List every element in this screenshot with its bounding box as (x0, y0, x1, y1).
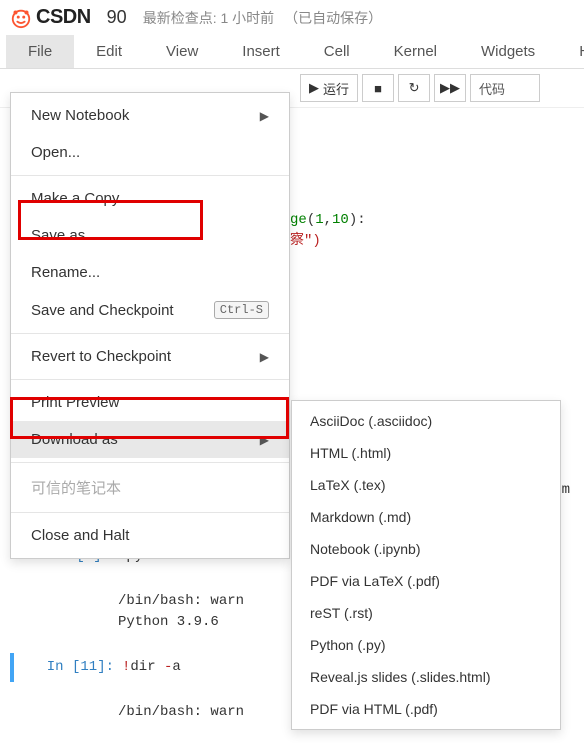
menu-item-save-as[interactable]: Save as... (11, 217, 289, 254)
submenu-item-asciidoc[interactable]: AsciiDoc (.asciidoc) (292, 405, 560, 437)
interrupt-button[interactable]: ■ (362, 74, 394, 102)
menu-item-open[interactable]: Open... (11, 134, 289, 171)
run-label: 运行 (323, 79, 349, 98)
menu-item-download-as[interactable]: Download as ▶ (11, 421, 289, 458)
download-as-submenu: AsciiDoc (.asciidoc) HTML (.html) LaTeX … (291, 400, 561, 730)
play-icon: ▶ (309, 80, 319, 96)
menu-file[interactable]: File (6, 35, 74, 68)
menu-separator (11, 175, 289, 176)
menu-edit[interactable]: Edit (74, 35, 144, 68)
menu-view[interactable]: View (144, 35, 220, 68)
submenu-item-pdf-html[interactable]: PDF via HTML (.pdf) (292, 693, 560, 725)
menu-item-new-notebook[interactable]: New Notebook ▶ (11, 97, 289, 134)
menu-item-make-copy[interactable]: Make a Copy... (11, 180, 289, 217)
file-menu-dropdown: New Notebook ▶ Open... Make a Copy... Sa… (10, 92, 290, 559)
submenu-arrow-icon: ▶ (260, 433, 269, 447)
menu-insert[interactable]: Insert (220, 35, 302, 68)
submenu-item-notebook[interactable]: Notebook (.ipynb) (292, 533, 560, 565)
autosave-status: （已自动保存） (284, 8, 382, 28)
menu-item-trusted: 可信的笔记本 (11, 467, 289, 508)
submenu-arrow-icon: ▶ (260, 350, 269, 364)
restart-button[interactable]: ↻ (398, 74, 430, 102)
submenu-item-rst[interactable]: reST (.rst) (292, 597, 560, 629)
refresh-icon: ↻ (409, 80, 420, 96)
menu-separator (11, 512, 289, 513)
version-number: 90 (107, 7, 127, 28)
code-fragment: ge(1,10):察") (290, 206, 366, 256)
submenu-arrow-icon: ▶ (260, 109, 269, 123)
menu-help[interactable]: Help (557, 35, 584, 68)
submenu-item-reveal[interactable]: Reveal.js slides (.slides.html) (292, 661, 560, 693)
menu-widgets[interactable]: Widgets (459, 35, 557, 68)
run-button[interactable]: ▶ 运行 (300, 74, 358, 102)
top-bar: CSDN 90 最新检查点: 1 小时前 （已自动保存） (0, 0, 584, 35)
cell-prompt: In [11]: (14, 653, 122, 682)
submenu-item-latex[interactable]: LaTeX (.tex) (292, 469, 560, 501)
submenu-item-html[interactable]: HTML (.html) (292, 437, 560, 469)
menu-separator (11, 379, 289, 380)
keyboard-shortcut: Ctrl-S (214, 301, 269, 319)
submenu-item-markdown[interactable]: Markdown (.md) (292, 501, 560, 533)
submenu-item-python[interactable]: Python (.py) (292, 629, 560, 661)
submenu-item-pdf-latex[interactable]: PDF via LaTeX (.pdf) (292, 565, 560, 597)
cell-code[interactable]: !dir -a (122, 653, 181, 682)
menubar: File Edit View Insert Cell Kernel Widget… (0, 35, 584, 69)
menu-item-save-checkpoint[interactable]: Save and Checkpoint Ctrl-S (11, 291, 289, 329)
menu-separator (11, 462, 289, 463)
cell-type-select[interactable]: 代码 (470, 74, 540, 102)
menu-item-revert[interactable]: Revert to Checkpoint ▶ (11, 338, 289, 375)
menu-kernel[interactable]: Kernel (372, 35, 459, 68)
menu-item-rename[interactable]: Rename... (11, 254, 289, 291)
restart-run-all-button[interactable]: ▶▶ (434, 74, 466, 102)
checkpoint-info: 最新检查点: 1 小时前 (143, 8, 274, 28)
menu-item-print-preview[interactable]: Print Preview (11, 384, 289, 421)
fast-forward-icon: ▶▶ (440, 80, 460, 96)
menu-separator (11, 333, 289, 334)
logo-text: CSDN (36, 6, 91, 29)
logo[interactable]: CSDN (10, 6, 91, 29)
menu-cell[interactable]: Cell (302, 35, 372, 68)
stop-icon: ■ (374, 81, 382, 96)
menu-item-close-halt[interactable]: Close and Halt (11, 517, 289, 554)
logo-icon (10, 7, 32, 29)
